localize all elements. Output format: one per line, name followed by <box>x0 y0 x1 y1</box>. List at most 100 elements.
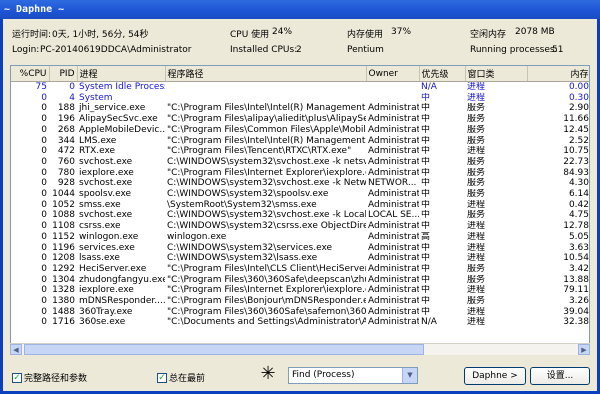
checkmark-icon[interactable]: ✓ <box>12 372 22 383</box>
table-cell: "C:\Program Files\Intel\Intel(R) Managem… <box>167 135 366 146</box>
table-row[interactable]: 0 1328 iexplore.exe "C:\Program Files\Inter… <box>11 285 589 296</box>
table-cell: 中 <box>421 210 431 221</box>
column-header[interactable]: 内存 <box>527 66 589 82</box>
table-cell: C:\WINDOWS\system32\svchost.exe -k Netwo… <box>167 178 366 189</box>
table-row[interactable]: 75 0 System Idle Process N/A 进程 0.00 <box>11 82 589 93</box>
table-cell: 344 <box>57 135 75 146</box>
table-cell: Administrat... <box>368 263 419 274</box>
table-cell: HeciServer.exe <box>79 263 147 274</box>
table-cell: 0 <box>41 274 47 285</box>
table-cell <box>165 82 366 93</box>
table-cell: svchost.exe <box>79 178 133 189</box>
table-cell: 进程 <box>467 306 486 317</box>
table-cell: 服务 <box>467 103 486 114</box>
table-cell: C:\WINDOWS\system32\lsass.exe <box>167 253 318 264</box>
table-cell: 0 <box>41 167 47 178</box>
table-cell: 196 <box>57 114 75 125</box>
table-cell: 12.78 <box>563 221 589 232</box>
table-row[interactable]: 0 1152 winlogon.exe winlogon.exe Administrat… <box>11 231 589 243</box>
table-cell: 472 <box>57 146 75 157</box>
table-cell: 服务 <box>467 189 486 200</box>
table-row[interactable]: 0 1292 HeciServer.exe "C:\Program Files\Int… <box>11 263 589 275</box>
table-row[interactable]: 0 1716 360se.exe "C:\Documents and Settings… <box>11 317 589 328</box>
table-cell: 服务 <box>467 274 486 285</box>
full-path-checkbox[interactable]: ✓ 完整路径和参数 <box>12 371 87 384</box>
always-on-top-label: 总在最前 <box>169 374 206 384</box>
settings-button[interactable]: 设置... <box>530 367 590 385</box>
table-row[interactable]: 0 1488 360Tray.exe "C:\Program Files\360\36… <box>11 306 589 318</box>
table-cell: Administrat... <box>368 189 419 200</box>
crosshair-finder-icon[interactable]: ✳ <box>258 364 278 384</box>
table-cell: 进程 <box>467 231 486 242</box>
table-cell: 中 <box>421 135 431 146</box>
table-cell: "C:\Program Files\Internet Explorer\iexp… <box>167 167 366 178</box>
table-row[interactable]: 0 1208 lsass.exe C:\WINDOWS\system32\lsass.… <box>11 253 589 264</box>
table-row[interactable]: 0 1108 csrss.exe C:\WINDOWS\system32\csrss.… <box>11 221 589 232</box>
table-row[interactable]: 0 1196 services.exe C:\WINDOWS\system32\ser… <box>11 243 589 254</box>
table-row[interactable]: 0 1304 zhudongfangyu.exe "C:\Program Files\… <box>11 274 589 286</box>
column-header[interactable]: 程序路径 <box>165 66 367 82</box>
table-cell: 1380 <box>52 296 75 307</box>
table-cell: 1088 <box>52 210 75 221</box>
column-header[interactable]: 进程 <box>77 66 166 82</box>
table-cell: spoolsv.exe <box>79 189 132 200</box>
table-cell: Administrat... <box>368 221 419 232</box>
table-row[interactable]: 0 196 AlipaySecSvc.exe "C:\Program Files\al… <box>11 114 589 125</box>
column-header[interactable]: 窗口类 <box>465 66 528 82</box>
column-header[interactable]: PID <box>49 66 78 82</box>
find-dropdown[interactable]: Find (Process) ▼ <box>288 367 418 384</box>
table-cell: N/A <box>421 317 437 328</box>
table-cell: 0 <box>41 306 47 317</box>
table-row[interactable]: 0 780 iexplore.exe "C:\Program Files\Intern… <box>11 167 589 179</box>
procs-value: 51 <box>552 45 564 55</box>
table-row[interactable]: 0 1044 spoolsv.exe C:\WINDOWS\system32\spoo… <box>11 189 589 200</box>
table-row[interactable]: 0 188 jhi_service.exe "C:\Program Files\Int… <box>11 103 589 114</box>
column-header[interactable]: Owner <box>366 66 420 82</box>
table-row[interactable]: 0 472 RTX.exe "C:\Program Files\Tencent\RTX… <box>11 146 589 157</box>
table-row[interactable]: 0 1380 mDNSResponder.... "C:\Program Files\… <box>11 296 589 307</box>
table-cell: 0 <box>41 231 47 242</box>
scroll-left-icon[interactable]: ◀ <box>10 344 22 355</box>
table-row[interactable]: 0 928 svchost.exe C:\WINDOWS\system32\svcho… <box>11 178 589 189</box>
table-cell: 0 <box>41 221 47 232</box>
table-cell: 0.30 <box>568 92 589 103</box>
scroll-right-icon[interactable]: ▶ <box>578 344 590 355</box>
process-table[interactable]: %CPU PID 进程 程序路径 Owner 优先级 窗口类 内存 75 0 System Idl… <box>10 65 590 355</box>
always-on-top-checkbox[interactable]: ✓ 总在最前 <box>157 371 205 384</box>
column-header[interactable]: %CPU <box>11 66 50 82</box>
table-cell: 中 <box>421 189 431 200</box>
chevron-down-icon[interactable]: ▼ <box>402 368 417 383</box>
table-row[interactable]: 0 760 svchost.exe C:\WINDOWS\system32\svcho… <box>11 156 589 168</box>
table-cell: Administrator <box>368 306 419 317</box>
table-cell: 5.05 <box>568 231 589 242</box>
table-cell: 进程 <box>467 199 486 210</box>
cpu-model: Pentium <box>347 45 384 55</box>
table-cell: 1044 <box>52 189 75 200</box>
table-cell: 22.73 <box>563 156 589 167</box>
table-cell: 服务 <box>467 263 486 274</box>
table-cell: 中 <box>421 114 431 125</box>
table-cell: csrss.exe <box>79 221 121 232</box>
table-cell: 0.42 <box>568 199 589 210</box>
daphne-button[interactable]: Daphne > <box>464 367 526 385</box>
horizontal-scrollbar[interactable]: ◀ ▶ <box>10 343 590 355</box>
free-mem-value: 2078 MB <box>515 27 555 37</box>
table-row[interactable]: 0 344 LMS.exe "C:\Program Files\Intel\Intel… <box>11 135 589 147</box>
table-cell: AppleMobileDevic... <box>79 124 165 135</box>
table-cell: svchost.exe <box>79 210 133 221</box>
table-cell: 0 <box>41 296 47 307</box>
table-cell: 780 <box>57 167 75 178</box>
table-row[interactable]: 0 1088 svchost.exe C:\WINDOWS\system32\svch… <box>11 210 589 221</box>
column-header[interactable]: 优先级 <box>419 66 466 82</box>
table-cell: winlogon.exe <box>167 231 227 242</box>
table-row[interactable]: 0 4 System 中 进程 0.30 <box>11 92 589 104</box>
login-value: PC-20140619DDCA\Administrator <box>40 45 192 55</box>
table-cell: 0 <box>41 253 47 264</box>
table-row[interactable]: 0 268 AppleMobileDevic... "C:\Program Files… <box>11 124 589 136</box>
scroll-thumb[interactable] <box>24 344 424 355</box>
uptime-label: 运行时间: <box>12 30 52 40</box>
table-row[interactable]: 0 1052 smss.exe \SystemRoot\System32\smss.e… <box>11 199 589 211</box>
table-cell: "C:\Documents and Settings\Administrator… <box>167 317 366 328</box>
table-cell: 进程 <box>467 221 486 232</box>
checkmark-icon[interactable]: ✓ <box>157 372 167 383</box>
